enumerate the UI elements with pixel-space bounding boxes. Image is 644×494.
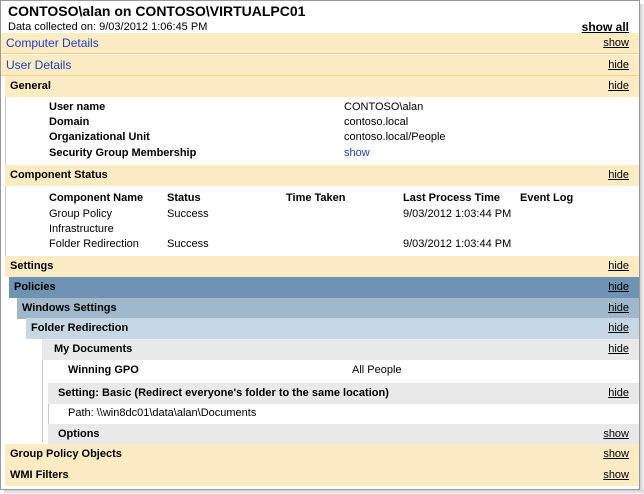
section-label: User Details bbox=[6, 58, 72, 72]
report-window: CONTOSO\alan on CONTOSO\VIRTUALPC01 Data… bbox=[0, 0, 640, 490]
setting-basic-toggle[interactable]: hide bbox=[608, 383, 629, 403]
settings-toggle[interactable]: hide bbox=[608, 256, 629, 276]
table-header: Time Taken bbox=[286, 192, 346, 204]
table-cell: 9/03/2012 1:03:44 PM bbox=[403, 238, 512, 250]
collected-timestamp: Data collected on: 9/03/2012 1:06:45 PM bbox=[8, 21, 208, 33]
section-my-documents: My Documents hide bbox=[42, 339, 639, 360]
general-value: contoso.local/People bbox=[344, 131, 446, 143]
section-label: Policies bbox=[14, 281, 56, 293]
section-setting-basic: Setting: Basic (Redirect everyone's fold… bbox=[48, 383, 639, 404]
section-options: Options show bbox=[48, 424, 639, 445]
general-value: CONTOSO\alan bbox=[344, 101, 424, 113]
table-cell: Group Policy bbox=[49, 208, 112, 220]
redirect-path: Path: \\win8dc01\data\alan\Documents bbox=[68, 407, 257, 419]
options-toggle[interactable]: show bbox=[603, 424, 629, 444]
computer-details-toggle[interactable]: show bbox=[603, 33, 629, 53]
general-key: Domain bbox=[49, 116, 90, 128]
folder-redirection-toggle[interactable]: hide bbox=[608, 318, 629, 338]
security-group-show-link[interactable]: show bbox=[344, 147, 370, 159]
component-status-toggle[interactable]: hide bbox=[608, 165, 629, 185]
table-cell: Success bbox=[167, 208, 209, 220]
section-label: Computer Details bbox=[6, 36, 99, 50]
window-shadow bbox=[640, 4, 644, 494]
section-label: Settings bbox=[10, 260, 54, 272]
user-details-toggle[interactable]: hide bbox=[608, 55, 629, 75]
section-settings: Settings hide bbox=[5, 256, 639, 277]
winning-gpo-label: Winning GPO bbox=[68, 364, 139, 376]
section-folder-redirection: Folder Redirection hide bbox=[26, 318, 639, 339]
table-header: Status bbox=[167, 192, 201, 204]
table-header: Component Name bbox=[49, 192, 144, 204]
section-label: General bbox=[10, 80, 51, 92]
general-toggle[interactable]: hide bbox=[608, 76, 629, 96]
section-user-details: User Details hide bbox=[1, 55, 639, 76]
table-header: Event Log bbox=[520, 192, 574, 204]
wmi-filters-toggle[interactable]: show bbox=[603, 465, 629, 485]
table-cell: Success bbox=[167, 238, 209, 250]
group-policy-objects-toggle[interactable]: show bbox=[603, 444, 629, 464]
table-header: Last Process Time bbox=[403, 192, 501, 204]
show-all-link[interactable]: show all bbox=[582, 20, 629, 34]
section-label: Component Status bbox=[10, 169, 108, 181]
section-label: Windows Settings bbox=[22, 302, 117, 314]
table-cell: Infrastructure bbox=[49, 223, 114, 235]
section-label: Folder Redirection bbox=[31, 322, 129, 334]
winning-gpo-value: All People bbox=[352, 364, 402, 376]
general-value: contoso.local bbox=[344, 116, 409, 128]
general-key: Security Group Membership bbox=[49, 147, 197, 159]
my-documents-toggle[interactable]: hide bbox=[608, 339, 629, 359]
section-label: My Documents bbox=[54, 343, 133, 355]
section-component-status: Component Status hide bbox=[5, 165, 639, 186]
section-windows-settings: Windows Settings hide bbox=[17, 298, 639, 319]
section-wmi-filters: WMI Filters show bbox=[5, 465, 639, 486]
section-general: General hide bbox=[5, 76, 639, 97]
section-group-policy-objects: Group Policy Objects show bbox=[5, 444, 639, 465]
windows-settings-toggle[interactable]: hide bbox=[608, 298, 629, 318]
table-cell: Folder Redirection bbox=[49, 238, 139, 250]
table-cell: 9/03/2012 1:03:44 PM bbox=[403, 208, 512, 220]
page-title: CONTOSO\alan on CONTOSO\VIRTUALPC01 bbox=[8, 3, 306, 19]
general-key: Organizational Unit bbox=[49, 131, 150, 143]
policies-toggle[interactable]: hide bbox=[608, 277, 629, 297]
section-policies: Policies hide bbox=[9, 277, 639, 298]
general-key: User name bbox=[49, 101, 106, 113]
section-label: Group Policy Objects bbox=[10, 448, 122, 460]
window-shadow bbox=[4, 490, 644, 494]
section-label: Setting: Basic (Redirect everyone's fold… bbox=[58, 387, 389, 399]
section-label: Options bbox=[58, 428, 100, 440]
section-computer-details: Computer Details show bbox=[1, 33, 639, 54]
section-label: WMI Filters bbox=[10, 469, 69, 481]
